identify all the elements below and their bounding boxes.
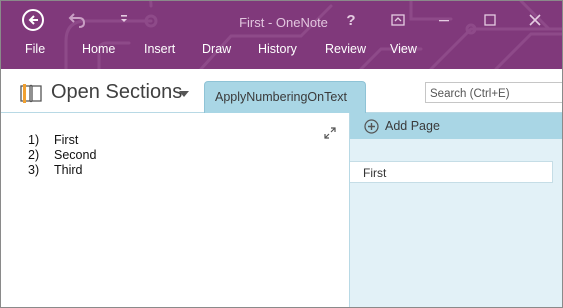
tab-home[interactable]: Home	[82, 42, 115, 56]
ribbon-display-button[interactable]	[385, 9, 411, 31]
numbered-list: 1) First 2) Second 3) Third	[28, 133, 96, 178]
close-icon	[529, 14, 541, 26]
list-text: Second	[54, 148, 97, 162]
list-number: 2)	[28, 148, 40, 162]
close-button[interactable]	[522, 9, 548, 31]
page-list-item[interactable]: First	[350, 161, 553, 183]
expand-icon[interactable]	[324, 127, 336, 139]
maximize-button[interactable]	[477, 9, 503, 31]
minimize-icon	[439, 20, 449, 22]
help-button[interactable]: ?	[338, 9, 364, 31]
ribbon-display-icon	[391, 14, 405, 26]
plus-circle-icon	[364, 118, 379, 134]
list-text: Third	[54, 163, 83, 177]
onenote-window: First - OneNote ? File Home Insert Draw …	[0, 0, 563, 308]
tab-file[interactable]: File	[25, 42, 45, 56]
search-input[interactable]	[425, 82, 562, 103]
pages-pane: Add Page First	[349, 113, 562, 307]
ribbon-header: First - OneNote ? File Home Insert Draw …	[1, 1, 562, 69]
ribbon-tabs: File Home Insert Draw History Review Vie…	[1, 42, 562, 62]
tab-insert[interactable]: Insert	[144, 42, 175, 56]
list-item[interactable]: 3) Third	[28, 163, 96, 178]
notebook-icon	[20, 84, 42, 103]
list-item[interactable]: 2) Second	[28, 148, 96, 163]
tab-view[interactable]: View	[390, 42, 417, 56]
list-number: 3)	[28, 163, 40, 177]
list-number: 1)	[28, 133, 40, 147]
notebook-selector[interactable]: Open Sections	[51, 81, 182, 104]
tab-review[interactable]: Review	[325, 42, 366, 56]
list-item[interactable]: 1) First	[28, 133, 96, 148]
tab-history[interactable]: History	[258, 42, 297, 56]
tab-draw[interactable]: Draw	[202, 42, 231, 56]
minimize-button[interactable]	[431, 9, 457, 31]
notebook-bar: Open Sections ApplyNumberingOnText	[1, 69, 562, 113]
page-canvas[interactable]: 1) First 2) Second 3) Third	[1, 113, 349, 307]
add-page-label: Add Page	[385, 119, 440, 133]
add-page-button[interactable]: Add Page	[350, 113, 562, 139]
maximize-icon	[484, 14, 496, 26]
list-text: First	[54, 133, 79, 147]
chevron-down-icon[interactable]	[179, 91, 189, 97]
section-tab-applynumberingontext[interactable]: ApplyNumberingOnText	[204, 81, 366, 113]
quick-access-toolbar: First - OneNote ?	[1, 1, 562, 37]
